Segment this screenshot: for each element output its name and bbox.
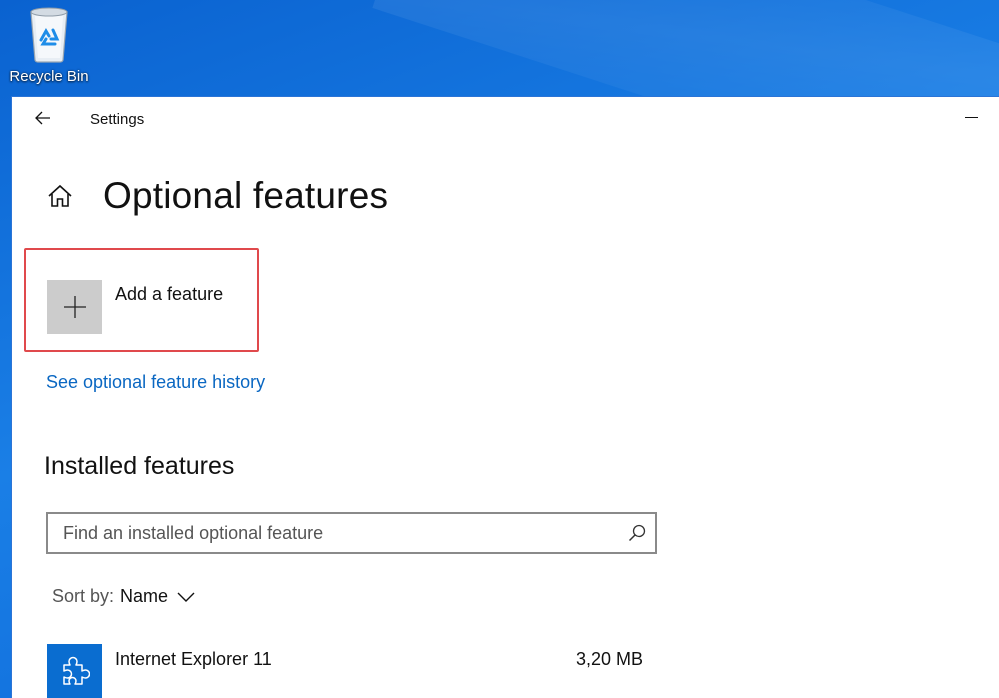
desktop-icon-recycle-bin[interactable]: Recycle Bin <box>4 0 94 92</box>
back-button[interactable] <box>30 105 56 131</box>
back-arrow-icon <box>35 111 50 125</box>
desktop-icon-label: Recycle Bin <box>9 68 89 85</box>
add-feature-label: Add a feature <box>115 284 224 304</box>
app-title: Settings <box>90 111 145 128</box>
plus-icon <box>63 296 86 318</box>
list-item[interactable]: Internet Explorer 11 3,20 MB <box>47 644 657 698</box>
feature-size: 3,20 MB <box>575 649 643 669</box>
minimize-button[interactable] <box>959 107 983 127</box>
minimize-icon <box>964 116 978 118</box>
search-input[interactable] <box>48 514 655 552</box>
installed-features-heading: Installed features <box>44 452 235 480</box>
search-field[interactable] <box>46 512 657 554</box>
home-button[interactable] <box>45 181 75 211</box>
add-feature-button[interactable]: Add a feature <box>47 280 223 334</box>
sort-value: Name <box>120 586 169 606</box>
feature-name: Internet Explorer 11 <box>115 649 272 669</box>
title-bar: Settings <box>12 97 999 141</box>
home-icon <box>48 184 72 207</box>
sort-dropdown[interactable]: Sort by: Name <box>52 586 195 607</box>
plus-tile <box>47 280 102 334</box>
page-title: Optional features <box>103 175 389 216</box>
recycle-bin-icon <box>30 7 68 63</box>
puzzle-piece-icon <box>62 656 90 685</box>
sort-label: Sort by: <box>52 586 115 606</box>
feature-tile <box>47 644 102 698</box>
page-header: Optional features <box>45 175 388 217</box>
feature-history-link[interactable]: See optional feature history <box>46 372 265 393</box>
settings-window: Settings Optional features Add a feature… <box>11 96 999 698</box>
search-icon[interactable] <box>627 523 647 543</box>
chevron-down-icon <box>177 592 195 602</box>
